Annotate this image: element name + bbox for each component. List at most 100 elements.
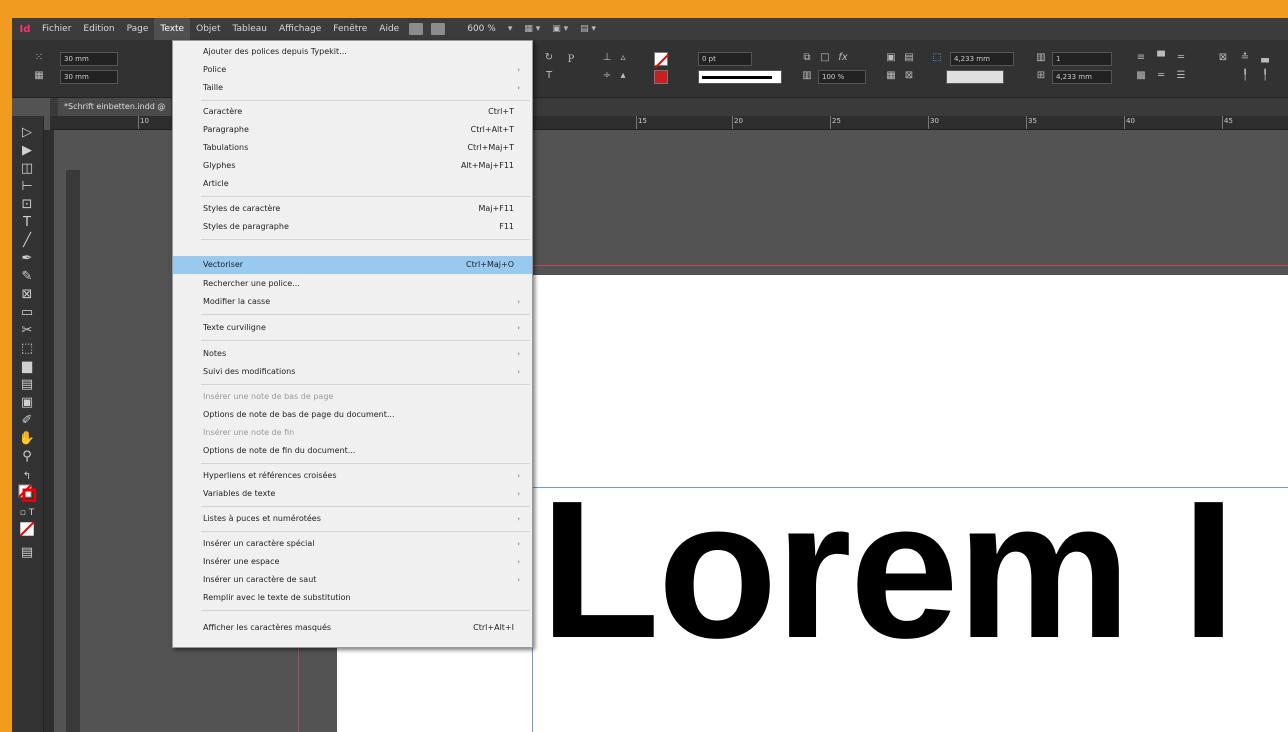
fill-swatch[interactable] (654, 52, 670, 69)
page-tool-icon[interactable]: ◫ (16, 160, 38, 178)
line-tool-icon[interactable]: ╱ (16, 232, 38, 250)
stroke-type-select[interactable] (698, 70, 782, 84)
y-position-field[interactable]: 30 mm (60, 70, 118, 84)
menu-objet[interactable]: Objet (190, 18, 226, 40)
menu-item-afficher-caracteres-masques[interactable]: Afficher les caractères masqués Ctrl+Alt+… (173, 619, 532, 637)
menu-item-hyperliens[interactable]: Hyperliens et références croisées › (173, 467, 532, 485)
columns-icon[interactable]: ▥ (1034, 52, 1048, 64)
menu-item-listes-puces[interactable]: Listes à puces et numérotées › (173, 510, 532, 528)
dimension-field-1[interactable]: 4,233 mm (950, 52, 1014, 66)
menu-item-remplir-texte-substitution[interactable]: Remplir avec le texte de substitution (173, 589, 532, 607)
fx-effects-icon[interactable]: fx (836, 52, 850, 64)
distribute-h-icon[interactable]: ═ (1154, 70, 1168, 82)
rotate-icon[interactable]: ↻ (542, 52, 556, 64)
direct-selection-tool-icon[interactable]: ▶ (16, 142, 38, 160)
zoom-tool-icon[interactable]: ⚲ (16, 448, 38, 466)
text-tool-icon[interactable]: T (542, 70, 556, 82)
hand-tool-icon[interactable]: ✋ (16, 430, 38, 448)
menu-fichier[interactable]: Fichier (36, 18, 77, 40)
arrange-documents-icon[interactable]: ▤ ▾ (580, 24, 596, 34)
style-select[interactable] (946, 70, 1004, 84)
menu-texte[interactable]: Texte (154, 18, 191, 40)
distribute-icon[interactable]: ▩ (1134, 70, 1148, 82)
gradient-feather-tool-icon[interactable]: ▤ (16, 376, 38, 394)
screen-mode-icon[interactable]: ▣ ▾ (552, 24, 568, 34)
menu-item-texte-curviligne[interactable]: Texte curviligne › (173, 319, 532, 337)
reference-grid-icon[interactable]: ▦ (32, 70, 46, 82)
shear-icon[interactable]: ▵ (616, 52, 630, 64)
flip-icon[interactable]: ÷ (600, 70, 614, 82)
menu-item-modifier-casse[interactable]: Modifier la casse › (173, 293, 532, 311)
screen-mode-tool-icon[interactable]: ▤ (16, 544, 38, 562)
align-center-icon[interactable]: ═ (1174, 52, 1188, 64)
fill-frame-icon[interactable]: ⊠ (902, 70, 916, 82)
stroke-swatch[interactable] (654, 70, 668, 84)
vertical-ruler[interactable] (44, 130, 54, 732)
menu-item-options-note-fin[interactable]: Options de note de fin du document... (173, 442, 532, 460)
align-objects-icon[interactable]: ≛ (1238, 52, 1252, 64)
menu-item-styles-paragraphe[interactable]: Styles de paragraphe F11 (173, 218, 532, 236)
menu-item-article[interactable]: Article (173, 175, 532, 193)
text-type-icon[interactable]: P (564, 54, 578, 66)
gradient-swatch-tool-icon[interactable]: ▆ (16, 358, 38, 376)
menu-item-inserer-espace[interactable]: Insérer une espace › (173, 553, 532, 571)
menu-item-tabulations[interactable]: Tabulations Ctrl+Maj+T (173, 139, 532, 157)
menu-item-caractere[interactable]: Caractère Ctrl+T (173, 103, 532, 121)
menu-page[interactable]: Page (121, 18, 155, 40)
align-left-icon[interactable]: ≡ (1134, 52, 1148, 64)
center-content-icon[interactable]: ▦ (884, 70, 898, 82)
menu-item-paragraphe[interactable]: Paragraphe Ctrl+Alt+T (173, 121, 532, 139)
free-transform-tool-icon[interactable]: ⬚ (16, 340, 38, 358)
opacity-field[interactable]: 100 % (818, 70, 866, 84)
menu-item-variables-texte[interactable]: Variables de texte › (173, 485, 532, 503)
menu-item-options-note-bas-page[interactable]: Options de note de bas de page du docume… (173, 406, 532, 424)
menu-affichage[interactable]: Affichage (273, 18, 327, 40)
menu-edition[interactable]: Edition (77, 18, 120, 40)
scissors-tool-icon[interactable]: ✂ (16, 322, 38, 340)
text-frame-content[interactable]: Lorem I (540, 460, 1236, 680)
gutter-icon[interactable]: ⊞ (1034, 70, 1048, 82)
pen-tool-icon[interactable]: ✒ (16, 250, 38, 268)
menu-tableau[interactable]: Tableau (226, 18, 273, 40)
menu-item-suivi-modifications[interactable]: Suivi des modifications › (173, 363, 532, 381)
align-icon[interactable]: ⊥ (600, 52, 614, 64)
pin2-icon[interactable]: ╿ (1258, 70, 1272, 82)
reference-point-icon[interactable]: ⁙ (32, 52, 46, 64)
menu-item-inserer-caractere-special[interactable]: Insérer un caractère spécial › (173, 535, 532, 553)
rectangle-tool-icon[interactable]: ▭ (16, 304, 38, 322)
menu-item-vectoriser[interactable]: Vectoriser Ctrl+Maj+O (173, 256, 532, 274)
note-tool-icon[interactable]: ▣ (16, 394, 38, 412)
type-tool-icon[interactable]: T (16, 214, 38, 232)
x-position-field[interactable]: 30 mm (60, 52, 118, 66)
menu-item-notes[interactable]: Notes › (173, 345, 532, 363)
opacity-icon[interactable]: ▥ (800, 70, 814, 82)
frame-icon[interactable]: □ (818, 52, 832, 64)
content-collector-icon[interactable]: ⊡ (16, 196, 38, 214)
menu-item-police[interactable]: Police › (173, 61, 532, 79)
flip-vertical-icon[interactable]: ▴ (616, 70, 630, 82)
menu-fenetre[interactable]: Fenêtre (327, 18, 373, 40)
text-wrap-icon[interactable]: ⊠ (1216, 52, 1230, 64)
menu-item-rechercher-police[interactable]: Rechercher une police... (173, 275, 532, 293)
menu-item-glyphes[interactable]: Glyphes Alt+Maj+F11 (173, 157, 532, 175)
zoom-level[interactable]: 600 % (461, 18, 502, 40)
align-top-icon[interactable]: ▀ (1154, 52, 1168, 64)
fill-stroke-icon[interactable] (16, 484, 38, 503)
menu-item-taille[interactable]: Taille › (173, 79, 532, 97)
auto-fit-icon[interactable]: ⬚ (930, 52, 944, 64)
pin-icon[interactable]: ╿ (1238, 70, 1252, 82)
chevron-down-icon[interactable]: ▾ (508, 24, 513, 34)
formatting-container-icon[interactable]: ▫ T (16, 504, 38, 522)
apply-none-icon[interactable] (16, 521, 38, 540)
bridge-icon[interactable] (409, 23, 424, 35)
eyedropper-tool-icon[interactable]: ✐ (16, 412, 38, 430)
align-bottom-icon[interactable]: ▃ (1258, 52, 1272, 64)
menu-aide[interactable]: Aide (373, 18, 405, 40)
view-options-icon[interactable]: ▦ ▾ (524, 24, 540, 34)
document-tab[interactable]: *Schrift einbetten.indd @ (58, 98, 172, 116)
selection-tool-icon[interactable]: ▷ (16, 124, 38, 142)
fit-frame-icon[interactable]: ▤ (902, 52, 916, 64)
gap-tool-icon[interactable]: ⊢ (16, 178, 38, 196)
rectangle-frame-tool-icon[interactable]: ⊠ (16, 286, 38, 304)
distribute-v-icon[interactable]: ☰ (1174, 70, 1188, 82)
